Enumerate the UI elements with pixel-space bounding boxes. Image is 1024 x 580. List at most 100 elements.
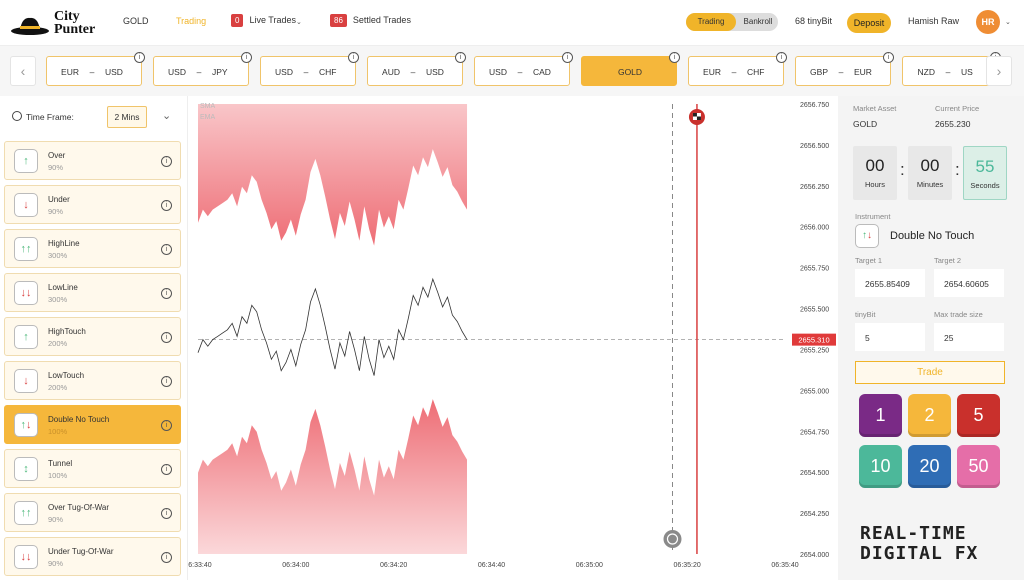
x-tick-label: 06:34:00 [282,562,309,569]
finish-flag-check [696,116,701,120]
x-tick-label: 06:33:40 [188,562,212,569]
option-item[interactable]: ↓↓ LowLine 300% i [4,273,181,312]
deposit-button[interactable]: Deposit [847,13,891,33]
mode-toggle[interactable]: Trading Bankroll [686,13,778,31]
option-item[interactable]: ↑↑ HighLine 300% i [4,229,181,268]
pair-card[interactable]: USD – CAD i [474,52,573,86]
option-name: Double No Touch [48,415,110,424]
info-icon[interactable]: i [161,200,172,211]
chevron-down-icon[interactable]: ⌄ [162,109,171,122]
market-asset-value: GOLD [853,119,878,129]
option-payout: 90% [48,515,64,524]
tinybit-field[interactable]: 5 [855,323,925,351]
info-icon[interactable]: i [161,552,172,563]
option-payout: 300% [48,251,68,260]
amount-chip[interactable]: 20 [908,445,951,488]
option-icon: ↑↑ [14,501,38,525]
price-chart[interactable]: SMA EMA 2656.750 2656.500 2656.250 2656.000 26… [188,96,838,580]
x-tick-label: 06:35:00 [576,562,603,569]
asset-menu[interactable]: GOLD [123,16,149,26]
clock-icon [12,111,22,121]
info-icon[interactable]: i [669,52,680,63]
option-item[interactable]: ↓ Under 90% i [4,185,181,224]
pair-quote: EUR [854,67,872,77]
pair-card[interactable]: USD – CHF i [260,52,359,86]
pair-card[interactable]: USD – JPY i [153,52,252,86]
option-payout: 200% [48,339,68,348]
option-payout: 100% [48,471,68,480]
pair-base: USD [489,67,507,77]
avatar[interactable]: HR [976,10,1000,34]
y-tick-label: 2656.500 [800,143,829,150]
option-item[interactable]: ↓↓ Under Tug-Of-War 90% i [4,537,181,576]
target2-field[interactable]: 2654.60605 [934,269,1004,297]
option-item[interactable]: ↑↑ Over Tug-Of-War 90% i [4,493,181,532]
info-icon[interactable]: i [134,52,145,63]
live-trades-label: Live Trades [249,15,296,25]
instrument-name: Double No Touch [890,230,975,242]
top-nav: City Punter GOLD Trading 0 Live Trades ⌄ … [0,0,1024,46]
trade-button[interactable]: Trade [855,361,1005,384]
brand-text: REAL-TIME DIGITAL FX [860,524,978,564]
max-trade-field[interactable]: 25 [934,323,1004,351]
option-item[interactable]: ↕ Tunnel 100% i [4,449,181,488]
info-icon[interactable]: i [562,52,573,63]
user-name[interactable]: Hamish Raw [908,16,959,26]
amount-chip[interactable]: 50 [957,445,1000,488]
amount-chip[interactable]: 10 [859,445,902,488]
settled-trades-link[interactable]: 86 Settled Trades [330,14,411,27]
info-icon[interactable]: i [161,244,172,255]
current-price-label: Current Price [935,104,980,113]
pair-card[interactable]: EUR – CHF i [688,52,787,86]
option-item[interactable]: ↑ HighTouch 200% i [4,317,181,356]
chevron-down-icon[interactable]: ⌄ [1005,18,1011,26]
trading-link[interactable]: Trading [176,16,206,26]
info-icon[interactable]: i [161,376,172,387]
y-tick-label: 2655.250 [800,347,829,354]
pair-card[interactable]: AUD – USD i [367,52,466,86]
amount-chip[interactable]: 5 [957,394,1000,437]
option-name: Over [48,151,66,160]
amount-chip[interactable]: 1 [859,394,902,437]
pair-quote: CHF [747,67,765,77]
info-icon[interactable]: i [455,52,466,63]
pair-card[interactable]: EUR – USD i [46,52,145,86]
info-icon[interactable]: i [883,52,894,63]
pair-base: NZD [917,67,935,77]
scroll-left-button[interactable]: ‹ [10,56,36,86]
info-icon[interactable]: i [348,52,359,63]
pair-card[interactable]: NZD–USi [902,52,1001,86]
option-item[interactable]: ↓ LowTouch 200% i [4,361,181,400]
y-tick-label: 2656.250 [800,184,829,191]
info-icon[interactable]: i [161,508,172,519]
chart-svg[interactable]: SMA EMA 2656.750 2656.500 2656.250 2656.000 26… [188,96,838,580]
pair-base: EUR [703,67,721,77]
target1-field[interactable]: 2655.85409 [855,269,925,297]
timeframe-select[interactable]: 2 Mins [107,106,147,128]
option-payout: 100% [48,427,68,436]
option-item[interactable]: ↑↓ Double No Touch 100% i [4,405,181,444]
info-icon[interactable]: i [161,464,172,475]
live-trades-menu[interactable]: 0 Live Trades [231,14,296,27]
amount-chip[interactable]: 2 [908,394,951,437]
upper-band [198,104,468,246]
mode-bankroll[interactable]: Bankroll [738,13,778,31]
pair-dash: – [410,67,416,77]
info-icon[interactable]: i [161,288,172,299]
option-name: Under [48,195,70,204]
scroll-right-button[interactable]: › [986,56,1012,86]
option-icon: ↑ [14,149,38,173]
info-icon[interactable]: i [776,52,787,63]
option-name: HighLine [48,239,80,248]
mode-trading[interactable]: Trading [686,13,736,31]
pair-base: AUD [382,67,400,77]
finish-flag-check [692,113,697,117]
info-icon[interactable]: i [161,156,172,167]
pair-card[interactable]: GOLD i [581,52,680,86]
pair-card[interactable]: GBP – EUR i [795,52,894,86]
info-icon[interactable]: i [241,52,252,63]
option-item[interactable]: ↑ Over 90% i [4,141,181,180]
info-icon[interactable]: i [161,420,172,431]
logo[interactable]: City Punter [10,8,110,40]
info-icon[interactable]: i [161,332,172,343]
